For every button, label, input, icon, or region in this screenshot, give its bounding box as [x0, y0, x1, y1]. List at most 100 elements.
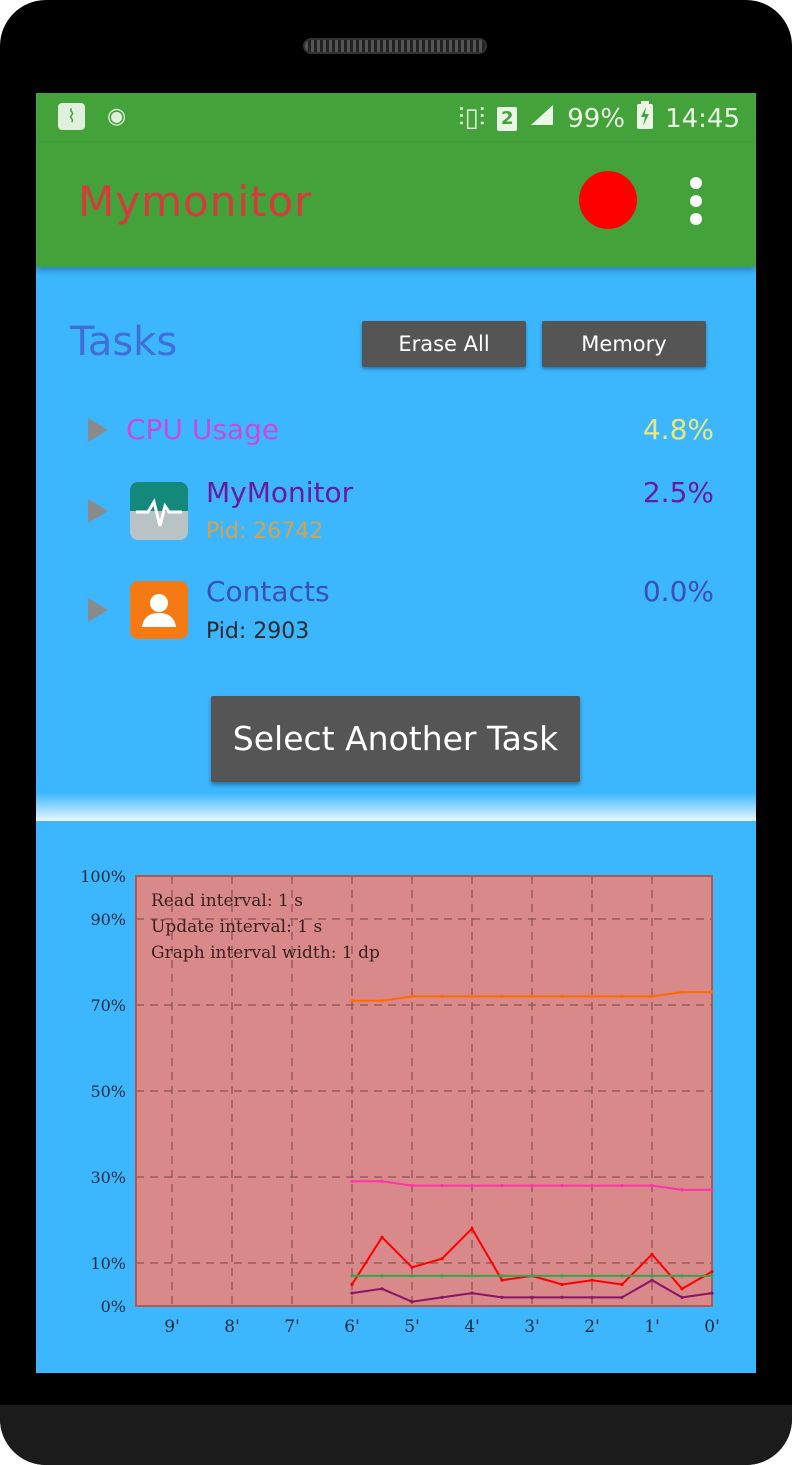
data-point	[650, 1274, 654, 1278]
y-tick-label: 0%	[101, 1297, 126, 1316]
select-another-task-button[interactable]: Select Another Task	[211, 696, 580, 782]
data-point	[350, 1274, 354, 1278]
data-point	[680, 1295, 684, 1299]
data-point	[500, 1274, 504, 1278]
expand-arrow-icon[interactable]	[88, 418, 108, 442]
x-tick-label: 6'	[344, 1317, 360, 1337]
data-point	[560, 1274, 564, 1278]
y-tick-label: 10%	[90, 1254, 126, 1273]
data-point	[590, 1278, 594, 1282]
data-point	[590, 1184, 594, 1188]
app-title: Mymonitor	[78, 177, 313, 226]
data-point	[470, 1274, 474, 1278]
data-point	[530, 1295, 534, 1299]
data-point	[620, 1282, 624, 1287]
task-name[interactable]: MyMonitor	[206, 476, 353, 509]
data-point	[380, 1274, 384, 1278]
data-point	[350, 999, 354, 1003]
data-point	[410, 1274, 414, 1278]
info-line: Graph interval width: 1 dp	[151, 943, 380, 963]
data-point	[470, 1291, 474, 1295]
x-tick-label: 0'	[704, 1317, 720, 1337]
data-point	[440, 1257, 444, 1261]
data-point	[590, 1274, 594, 1278]
data-point	[710, 1291, 714, 1295]
status-bar: ⌇ ◉ ⫶▯⫶ 2 99% 14:45	[36, 93, 756, 143]
data-point	[470, 1184, 474, 1188]
x-tick-label: 1'	[644, 1317, 660, 1337]
battery-charging-icon	[637, 101, 654, 136]
data-point	[440, 1184, 444, 1188]
data-point	[680, 1188, 684, 1192]
data-point	[500, 1184, 504, 1188]
phone-bottom-bezel	[0, 1405, 792, 1465]
record-button[interactable]	[579, 171, 637, 229]
data-point	[680, 1274, 684, 1278]
task-percent: 0.0%	[642, 575, 714, 608]
x-tick-label: 5'	[404, 1317, 420, 1337]
data-point	[410, 1184, 414, 1188]
data-point	[500, 994, 504, 998]
data-point	[650, 994, 654, 998]
data-point	[560, 1295, 564, 1299]
task-percent: 2.5%	[642, 476, 714, 509]
contacts-app-icon	[130, 581, 188, 639]
data-point	[530, 994, 534, 998]
data-point	[500, 1278, 504, 1282]
task-pid: Pid: 2903	[206, 619, 310, 644]
data-point	[410, 994, 414, 998]
mymonitor-app-icon	[130, 482, 188, 540]
data-point	[650, 1184, 654, 1188]
data-point	[530, 1274, 534, 1278]
data-point	[380, 1287, 384, 1291]
tasks-title: Tasks	[70, 319, 178, 365]
y-tick-label: 30%	[90, 1168, 126, 1187]
data-point	[710, 1270, 714, 1274]
cpu-usage-value: 4.8%	[642, 413, 714, 446]
task-pid: Pid: 26742	[206, 519, 324, 544]
y-tick-label: 90%	[90, 910, 126, 929]
data-point	[590, 1295, 594, 1299]
data-point	[350, 1291, 354, 1295]
info-line: Read interval: 1 s	[151, 891, 303, 911]
data-point	[650, 1252, 654, 1256]
y-tick-label: 50%	[90, 1082, 126, 1101]
app-bar: Mymonitor	[36, 143, 756, 267]
data-point	[410, 1300, 414, 1304]
data-point	[710, 1274, 714, 1278]
info-line: Update interval: 1 s	[151, 917, 322, 937]
overflow-menu-icon[interactable]	[684, 177, 708, 229]
graph-panel: 100% 90% 70% 50% 30% 10% 0% 9' 8' 7' 6' 5' 4' 3' 2' 1'…	[36, 821, 756, 1373]
data-point	[470, 994, 474, 998]
y-tick-label: 70%	[90, 996, 126, 1015]
data-point	[590, 994, 594, 998]
task-name[interactable]: Contacts	[206, 575, 330, 608]
data-point	[560, 1282, 564, 1287]
x-tick-label: 2'	[584, 1317, 600, 1337]
data-point	[500, 1295, 504, 1299]
data-point	[470, 1227, 474, 1231]
erase-all-button[interactable]: Erase All	[362, 321, 526, 367]
data-point	[380, 1235, 384, 1239]
data-point	[560, 1184, 564, 1188]
screen: ⌇ ◉ ⫶▯⫶ 2 99% 14:45 Mymonitor Tasks Eras…	[36, 93, 756, 1373]
cpu-graph: 100% 90% 70% 50% 30% 10% 0% 9' 8' 7' 6' 5' 4' 3' 2' 1'…	[80, 867, 720, 1337]
cpu-usage-label: CPU Usage	[126, 413, 280, 446]
vibrate-icon: ⫶▯⫶	[457, 103, 486, 133]
data-point	[440, 994, 444, 998]
data-point	[350, 1179, 354, 1183]
data-point	[710, 990, 714, 994]
data-point	[710, 1188, 714, 1192]
data-point	[350, 1282, 354, 1287]
data-point	[530, 1184, 534, 1188]
data-point	[440, 1274, 444, 1278]
sim-icon: 2	[497, 106, 518, 131]
data-point	[560, 994, 564, 998]
clock: 14:45	[665, 103, 740, 134]
data-point	[440, 1295, 444, 1299]
section-divider	[36, 793, 756, 821]
expand-arrow-icon[interactable]	[88, 598, 108, 622]
data-point	[620, 1184, 624, 1188]
memory-button[interactable]: Memory	[542, 321, 706, 367]
expand-arrow-icon[interactable]	[88, 499, 108, 523]
